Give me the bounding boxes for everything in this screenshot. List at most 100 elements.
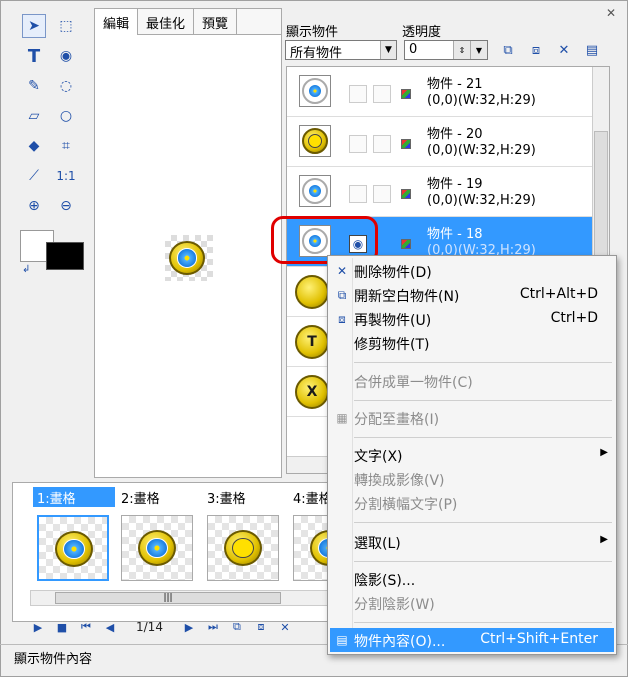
menu-item-shadow[interactable]: 陰影(S)... [330, 567, 614, 591]
menu-item-split-shadow: 分割陰影(W) [354, 597, 435, 613]
frame-scrollbar[interactable]: ||| [30, 590, 348, 606]
visibility-toggle[interactable] [349, 85, 367, 103]
menu-item-select[interactable]: 選取(L) ▶ [330, 530, 614, 554]
object-name: 物件 - 19 [427, 177, 483, 192]
visibility-toggle[interactable] [349, 135, 367, 153]
lock-toggle[interactable] [373, 85, 391, 103]
menu-item-properties[interactable]: ▤ 物件內容(O)... Ctrl+Shift+Enter [330, 628, 614, 652]
ellipse-tool-icon[interactable]: ○ [54, 104, 78, 128]
chevron-down-icon[interactable]: ▼ [470, 41, 487, 59]
next-frame-icon[interactable]: ▶ [181, 621, 197, 634]
frame-3[interactable]: 3:畫格 [203, 487, 285, 583]
duplicate-object-icon[interactable]: ⧈ [526, 40, 546, 60]
assign-icon: ▦ [336, 411, 348, 425]
object-name: 物件 - 20 [427, 127, 483, 142]
menu-item-trim[interactable]: 修剪物件(T) [330, 331, 614, 355]
show-objects-select[interactable]: 所有物件 ▼ [285, 40, 397, 61]
object-name: 物件 - 21 [427, 77, 483, 92]
object-thumbnail [295, 275, 329, 309]
editor-pane: 編輯 最佳化 預覽 [94, 8, 282, 478]
context-menu: ✕ 刪除物件(D) ⧉ 開新空白物件(N) Ctrl+Alt+D ⧈ 再製物件(… [327, 255, 617, 655]
new-frame-icon[interactable]: ⧉ [229, 620, 245, 634]
first-frame-icon[interactable]: ⏮ [78, 620, 94, 634]
eraser-tool-icon[interactable]: ▱ [22, 104, 46, 128]
pointer-tool-icon[interactable]: ➤ [22, 14, 46, 38]
submenu-arrow-icon: ▶ [600, 534, 608, 545]
marquee-tool-icon[interactable]: ⬚ [54, 14, 78, 38]
list-item[interactable]: 物件 - 19 (0,0)(W:32,H:29) [287, 167, 593, 217]
object-thumbnail [299, 175, 331, 207]
play-icon[interactable]: ▶ [30, 621, 46, 634]
tab-optimize[interactable]: 最佳化 [138, 9, 195, 35]
lock-toggle[interactable] [373, 135, 391, 153]
object-info: (0,0)(W:32,H:29) [427, 93, 536, 108]
chevron-down-icon[interactable]: ▼ [380, 41, 396, 59]
brush-tool-icon[interactable]: ✎ [22, 74, 46, 98]
duplicate-icon: ⧈ [338, 311, 346, 326]
properties-icon[interactable]: ▤ [582, 40, 602, 60]
object-thumbnail [299, 125, 331, 157]
color-icon [401, 139, 411, 149]
new-object-icon[interactable]: ⧉ [498, 40, 518, 60]
frame-counter: 1/14 [136, 620, 163, 634]
menu-item-new-blank[interactable]: ⧉ 開新空白物件(N) Ctrl+Alt+D [330, 283, 614, 307]
frame-2[interactable]: 2:畫格 [117, 487, 199, 583]
last-frame-icon[interactable]: ⏭ [205, 620, 221, 634]
color-icon [401, 239, 411, 249]
show-objects-value: 所有物件 [290, 46, 343, 61]
opacity-label: 透明度 [402, 25, 442, 40]
foreground-color-swatch[interactable] [46, 242, 84, 270]
prev-frame-icon[interactable]: ◀ [102, 621, 118, 634]
tab-preview[interactable]: 預覽 [194, 9, 238, 35]
zoom-in-icon[interactable]: ⊕ [22, 194, 46, 218]
swap-colors-icon[interactable]: ↲ [22, 264, 30, 275]
submenu-arrow-icon: ▶ [600, 447, 608, 458]
delete-object-icon[interactable]: ✕ [554, 40, 574, 60]
menu-item-duplicate[interactable]: ⧈ 再製物件(U) Ctrl+D [330, 307, 614, 331]
color-icon [401, 189, 411, 199]
delete-frame-icon[interactable]: ✕ [277, 621, 293, 634]
scroll-thumb[interactable]: ||| [55, 592, 281, 604]
show-objects-label: 顯示物件 [286, 25, 339, 40]
list-item[interactable]: 物件 - 21 (0,0)(W:32,H:29) [287, 67, 593, 117]
close-icon[interactable]: ✕ [606, 6, 616, 20]
fill-tool-icon[interactable]: ◆ [22, 134, 46, 158]
actual-size-icon[interactable]: 1:1 [54, 164, 78, 188]
lock-toggle[interactable] [373, 185, 391, 203]
editor-tabs: 編輯 最佳化 預覽 [95, 9, 281, 35]
opacity-input[interactable]: 0 ⇕ ▼ [404, 40, 488, 60]
frame-1[interactable]: 1:畫格 [33, 487, 115, 583]
menu-item-text[interactable]: 文字(X) ▶ [330, 443, 614, 467]
crop-tool-icon[interactable]: ⌗ [54, 134, 78, 158]
visibility-toggle[interactable] [349, 185, 367, 203]
canvas-object[interactable] [165, 235, 213, 281]
object-info: (0,0)(W:32,H:29) [427, 193, 536, 208]
coin-image [169, 241, 205, 275]
opacity-value: 0 [409, 42, 418, 57]
menu-item-convert-image: 轉換成影像(V) [354, 473, 445, 489]
object-thumbnail: T [295, 325, 329, 359]
menu-item-split-text: 分割橫幅文字(P) [354, 497, 458, 513]
menu-item-assign-frames: ▦ 分配至畫格(I) [330, 406, 614, 430]
object-thumbnail [299, 75, 331, 107]
menu-item-merge: 合併成單一物件(C) [354, 375, 473, 391]
frame-label: 3:畫格 [207, 492, 246, 507]
playback-controls: ▶ ■ ⏮ ◀ 1/14 ▶ ⏭ ⧉ ⧈ ✕ [30, 617, 293, 637]
object-thumbnail: X [295, 375, 329, 409]
eyedropper-tool-icon[interactable]: ⟋ [22, 164, 46, 188]
object-name: 物件 - 18 [427, 227, 483, 242]
transform-tool-icon[interactable]: ◉ [54, 44, 78, 68]
delete-icon: ✕ [336, 264, 348, 278]
stop-icon[interactable]: ■ [54, 621, 70, 634]
lasso-tool-icon[interactable]: ◌ [54, 74, 78, 98]
zoom-out-icon[interactable]: ⊖ [54, 194, 78, 218]
properties-icon: ▤ [336, 633, 348, 647]
frame-label: 1:畫格 [33, 487, 115, 507]
stepper-icon[interactable]: ⇕ [453, 41, 470, 59]
list-item[interactable]: 物件 - 20 (0,0)(W:32,H:29) [287, 117, 593, 167]
menu-item-delete[interactable]: ✕ 刪除物件(D) [330, 259, 614, 283]
text-tool-icon[interactable]: T [22, 44, 46, 68]
tab-edit[interactable]: 編輯 [95, 9, 139, 35]
frame-label: 2:畫格 [121, 492, 160, 507]
copy-frame-icon[interactable]: ⧈ [253, 620, 269, 634]
